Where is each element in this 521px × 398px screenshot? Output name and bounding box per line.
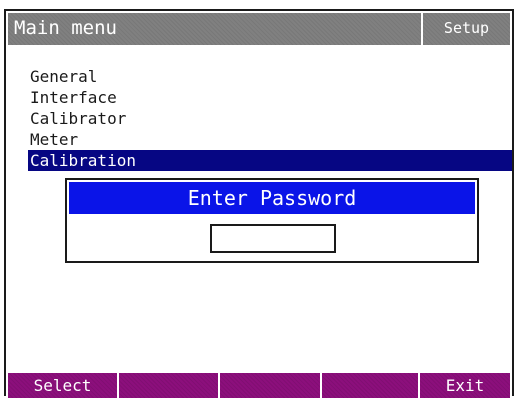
mode-label: Setup <box>443 19 490 37</box>
menu-item-calibrator[interactable]: Calibrator <box>28 108 512 129</box>
menu-item-interface[interactable]: Interface <box>28 87 512 108</box>
menu-item-calibration[interactable]: Calibration <box>28 150 512 171</box>
main-menu-list: General Interface Calibrator Meter Calib… <box>28 66 512 171</box>
page-title: Main menu <box>14 17 117 39</box>
menu-item-meter[interactable]: Meter <box>28 129 512 150</box>
softkey-4[interactable] <box>322 373 420 398</box>
softkey-bar: Select Exit <box>8 373 510 398</box>
title-bar: Main menu Setup <box>8 13 510 45</box>
password-dialog: Enter Password <box>65 178 479 263</box>
dialog-title: Enter Password <box>69 182 475 214</box>
softkey-exit[interactable]: Exit <box>420 373 510 398</box>
instrument-screen: Main menu Setup General Interface Calibr… <box>4 9 514 398</box>
softkey-2[interactable] <box>119 373 220 398</box>
softkey-select[interactable]: Select <box>8 373 119 398</box>
password-input[interactable] <box>210 224 336 253</box>
softkey-3[interactable] <box>220 373 322 398</box>
menu-item-general[interactable]: General <box>28 66 512 87</box>
